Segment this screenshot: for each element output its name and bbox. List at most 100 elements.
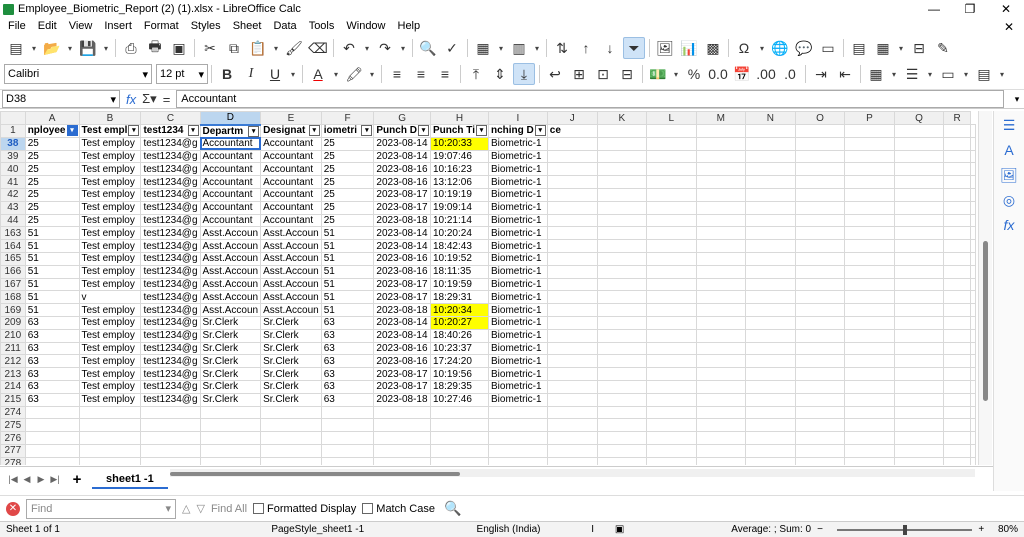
align-top-icon[interactable]: ⤒ bbox=[465, 63, 487, 85]
styles-icon[interactable]: A bbox=[999, 140, 1019, 160]
cell[interactable] bbox=[320, 443, 375, 458]
cell[interactable] bbox=[199, 443, 262, 458]
cell[interactable] bbox=[546, 226, 598, 241]
cell[interactable] bbox=[646, 162, 697, 177]
cell[interactable]: 63 bbox=[320, 328, 375, 343]
last-sheet-icon[interactable]: ▶| bbox=[48, 474, 62, 485]
split-window-icon[interactable]: ⊟ bbox=[908, 37, 930, 59]
cell[interactable]: Asst.Accoun bbox=[199, 277, 262, 292]
cell[interactable] bbox=[695, 136, 747, 151]
cell[interactable] bbox=[794, 303, 846, 317]
menu-insert[interactable]: Insert bbox=[98, 18, 138, 35]
freeze-rows-columns-icon[interactable]: ▦ bbox=[872, 37, 894, 59]
cell[interactable] bbox=[943, 315, 971, 330]
cell[interactable]: 17:24:20 bbox=[429, 354, 490, 369]
cell[interactable] bbox=[745, 443, 796, 458]
cell[interactable]: Biometric-1 bbox=[488, 239, 548, 253]
add-sheet-icon[interactable]: + bbox=[68, 471, 86, 488]
cell[interactable]: 63 bbox=[24, 354, 80, 369]
cell[interactable]: 19:07:46 bbox=[429, 149, 490, 164]
special-character-dropdown-icon[interactable]: ▾ bbox=[757, 37, 767, 59]
cell[interactable] bbox=[745, 277, 796, 292]
cell[interactable]: 2023-08-14 bbox=[373, 149, 431, 164]
cell[interactable] bbox=[695, 354, 747, 369]
cell[interactable] bbox=[970, 367, 976, 381]
cell[interactable] bbox=[695, 418, 747, 433]
cell[interactable]: Accountant bbox=[199, 162, 262, 177]
previous-sheet-icon[interactable]: ◀ bbox=[20, 474, 34, 485]
cell[interactable] bbox=[596, 354, 648, 369]
cell[interactable] bbox=[596, 239, 648, 253]
cell[interactable]: Test employ bbox=[78, 315, 142, 330]
insert-mode-icon[interactable]: I bbox=[585, 524, 609, 535]
menu-window[interactable]: Window bbox=[340, 18, 391, 35]
column-header-a[interactable]: A bbox=[24, 111, 80, 125]
cell[interactable] bbox=[794, 290, 846, 305]
column-header-d[interactable]: D bbox=[199, 111, 262, 126]
cell[interactable]: Sr.Clerk bbox=[199, 315, 262, 330]
cell[interactable] bbox=[745, 354, 796, 369]
sum-icon[interactable]: Σ▾ bbox=[142, 91, 157, 107]
cell[interactable] bbox=[794, 149, 846, 164]
cell[interactable] bbox=[695, 303, 747, 317]
cell[interactable] bbox=[24, 456, 80, 465]
italic-icon[interactable]: I bbox=[240, 63, 262, 85]
cell[interactable]: 10:20:34 bbox=[429, 303, 490, 317]
find-input[interactable]: Find ▾ bbox=[26, 498, 176, 519]
function-wizard-icon[interactable]: fx bbox=[126, 92, 136, 107]
cell[interactable] bbox=[596, 149, 648, 164]
cell[interactable]: test1234@g bbox=[140, 187, 201, 202]
cell[interactable] bbox=[844, 303, 895, 317]
pivot-table-icon[interactable]: ▩ bbox=[702, 37, 724, 59]
cell[interactable]: 18:29:35 bbox=[429, 379, 490, 394]
cell[interactable]: 25 bbox=[24, 136, 80, 151]
cell[interactable] bbox=[695, 443, 747, 458]
cell[interactable] bbox=[546, 200, 598, 215]
header-cell[interactable] bbox=[893, 124, 945, 138]
cell[interactable] bbox=[794, 379, 846, 394]
column-header-b[interactable]: B bbox=[78, 111, 142, 125]
cell[interactable] bbox=[546, 264, 598, 279]
cell[interactable]: Sr.Clerk bbox=[260, 315, 322, 330]
cell[interactable]: 63 bbox=[320, 341, 375, 356]
cell[interactable]: 51 bbox=[320, 251, 375, 266]
cell[interactable] bbox=[794, 264, 846, 279]
cell[interactable] bbox=[546, 277, 598, 292]
cell[interactable]: 51 bbox=[24, 264, 80, 279]
minimize-button[interactable]: — bbox=[916, 0, 952, 18]
cell[interactable]: Accountant bbox=[199, 149, 262, 164]
cell[interactable]: 63 bbox=[24, 367, 80, 381]
cell[interactable] bbox=[970, 187, 976, 202]
cell[interactable] bbox=[546, 456, 598, 465]
cell[interactable] bbox=[794, 251, 846, 266]
column-header-l[interactable]: L bbox=[646, 111, 697, 125]
cell[interactable] bbox=[970, 277, 976, 292]
cell[interactable] bbox=[844, 367, 895, 381]
cell[interactable]: 51 bbox=[320, 303, 375, 317]
cell[interactable]: 63 bbox=[320, 315, 375, 330]
cell[interactable] bbox=[970, 303, 976, 317]
cell[interactable] bbox=[943, 239, 971, 253]
border-style-icon[interactable]: ☰ bbox=[901, 63, 923, 85]
cell[interactable] bbox=[199, 456, 262, 465]
cell[interactable]: Biometric-1 bbox=[488, 379, 548, 394]
cell[interactable] bbox=[320, 456, 375, 465]
add-decimal-icon[interactable]: .00 bbox=[755, 63, 777, 85]
cell[interactable] bbox=[745, 328, 796, 343]
cell[interactable] bbox=[844, 392, 895, 407]
cell[interactable] bbox=[646, 418, 697, 433]
cell[interactable] bbox=[646, 226, 697, 241]
cell[interactable] bbox=[970, 213, 976, 228]
cell[interactable]: Asst.Accoun bbox=[260, 290, 322, 305]
cell[interactable] bbox=[794, 354, 846, 369]
autofilter-dropdown-icon[interactable]: ▾ bbox=[248, 125, 260, 137]
cell[interactable]: Sr.Clerk bbox=[199, 367, 262, 381]
cell[interactable] bbox=[794, 418, 846, 433]
undo-icon[interactable]: ↶ bbox=[338, 37, 360, 59]
cell[interactable] bbox=[646, 290, 697, 305]
cell[interactable] bbox=[745, 226, 796, 241]
cell[interactable] bbox=[970, 354, 976, 369]
cell[interactable]: 2023-08-18 bbox=[373, 392, 431, 407]
align-right-icon[interactable]: ≡ bbox=[434, 63, 456, 85]
cell[interactable]: 63 bbox=[24, 341, 80, 356]
